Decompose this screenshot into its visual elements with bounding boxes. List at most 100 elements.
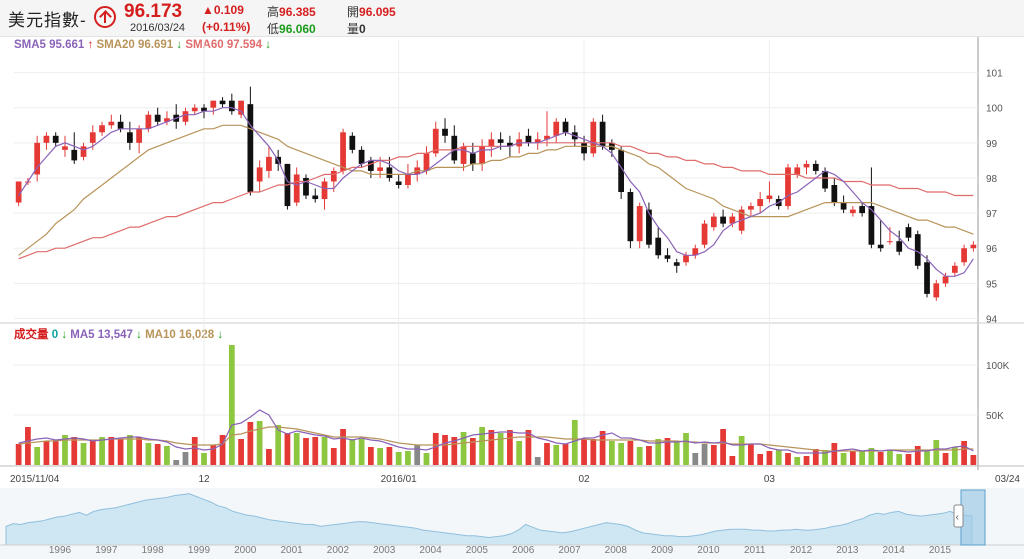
candle-body xyxy=(52,135,59,143)
moving-average-lines xyxy=(18,107,974,454)
candle-body xyxy=(840,202,847,210)
price-tick-label: 101 xyxy=(986,69,1003,80)
volume-bar xyxy=(831,443,838,465)
navigator-year-label: 2003 xyxy=(373,545,396,556)
navigator-year-label: 2015 xyxy=(929,545,952,556)
volume-bar xyxy=(99,437,105,465)
candle-body xyxy=(210,100,217,108)
navigator-year-label: 2001 xyxy=(280,545,303,556)
volume-bar xyxy=(43,441,50,465)
volume-ma10-line xyxy=(18,426,974,452)
volume-bar xyxy=(525,430,532,465)
volume-bar xyxy=(80,443,87,465)
candle-body xyxy=(803,163,810,168)
candle-body xyxy=(442,128,448,136)
price-tick-label: 99 xyxy=(986,139,998,150)
volume-bar xyxy=(748,444,754,465)
candle-body xyxy=(386,167,393,178)
volume-bar xyxy=(590,439,597,465)
candle-body xyxy=(238,100,244,115)
volume-bar xyxy=(887,450,893,465)
navigator-year-label: 2011 xyxy=(744,545,766,556)
candle-body xyxy=(108,121,115,126)
x-tick-label: 02 xyxy=(578,474,590,485)
volume-bar xyxy=(785,453,791,465)
volume-bar xyxy=(164,446,170,465)
candle-body xyxy=(62,146,68,150)
candle-body xyxy=(683,255,689,263)
volume-bar xyxy=(340,429,346,465)
navigator-year-label: 2006 xyxy=(512,545,535,556)
volume-bar xyxy=(395,452,402,465)
candle-body xyxy=(942,276,949,284)
candle-body xyxy=(831,184,838,203)
x-tick-label: 2016/01 xyxy=(381,474,418,485)
candle-body xyxy=(395,181,402,185)
candle-body xyxy=(451,135,458,161)
candle-body xyxy=(887,241,893,243)
volume-bar xyxy=(358,439,365,465)
price-tick-label: 100 xyxy=(986,104,1003,115)
volume-bar xyxy=(266,449,272,465)
candle-body xyxy=(655,237,662,256)
volume-bar xyxy=(247,422,254,465)
candle-body xyxy=(497,139,504,143)
candle-body xyxy=(145,114,152,129)
sma5-line xyxy=(18,107,974,277)
candle-body xyxy=(358,149,365,164)
navigator-selection[interactable] xyxy=(960,489,986,546)
navigator-year-label: 2008 xyxy=(605,545,628,556)
volume-bars xyxy=(15,345,977,465)
navigator-year-label: 2013 xyxy=(836,545,859,556)
candle-body xyxy=(247,104,254,193)
navigator-year-label: 1999 xyxy=(188,545,211,556)
volume-bar xyxy=(479,427,485,465)
candle-body xyxy=(228,100,235,112)
volume-bar xyxy=(627,441,634,465)
volume-bar xyxy=(89,441,96,465)
candle-body xyxy=(377,167,384,171)
volume-bar xyxy=(896,454,903,465)
navigator-year-label: 2005 xyxy=(466,545,489,556)
grid-lines xyxy=(0,37,1024,470)
candle-body xyxy=(646,209,652,245)
candle-body xyxy=(469,153,476,164)
volume-bar xyxy=(775,450,782,465)
volume-bar xyxy=(71,437,78,465)
volume-bar xyxy=(710,445,717,465)
volume-bar xyxy=(766,451,773,465)
candle-body xyxy=(136,128,143,143)
navigator-year-label: 1998 xyxy=(142,545,165,556)
volume-tick-label: 100K xyxy=(986,361,1010,372)
candle-body xyxy=(859,206,866,214)
candle-body xyxy=(349,135,356,150)
volume-bar xyxy=(720,429,726,465)
volume-bar xyxy=(405,451,411,465)
volume-bar xyxy=(423,453,430,465)
volume-bar xyxy=(738,436,745,465)
candle-body xyxy=(757,199,764,207)
navigator-year-label: 2012 xyxy=(790,545,813,556)
navigator[interactable]: 1996 1997 1998 1999 2000 2001 2002 2003 2004 2005… xyxy=(0,488,1024,559)
candle-body xyxy=(154,114,161,122)
candle-body xyxy=(581,142,587,154)
candle-body xyxy=(182,111,189,122)
price-tick-label: 94 xyxy=(986,314,998,325)
candle-body xyxy=(321,181,328,200)
volume-bar xyxy=(386,447,393,465)
stock-chart[interactable]: 94 95 96 97 98 99 100 101 50K 100K 2015/11/04 12 201… xyxy=(0,0,1024,559)
volume-bar xyxy=(312,437,319,465)
price-tick-label: 98 xyxy=(986,174,998,185)
price-tick-label: 96 xyxy=(986,244,998,255)
candle-body xyxy=(794,167,801,175)
candle-body xyxy=(460,146,467,164)
candle-body xyxy=(89,132,96,143)
volume-bar xyxy=(293,433,300,465)
volume-bar xyxy=(701,444,708,465)
candle-body xyxy=(970,244,977,249)
volume-bar xyxy=(673,442,680,465)
candle-body xyxy=(479,146,485,164)
volume-bar xyxy=(618,443,625,465)
volume-bar xyxy=(145,443,152,465)
candle-body xyxy=(312,195,319,200)
